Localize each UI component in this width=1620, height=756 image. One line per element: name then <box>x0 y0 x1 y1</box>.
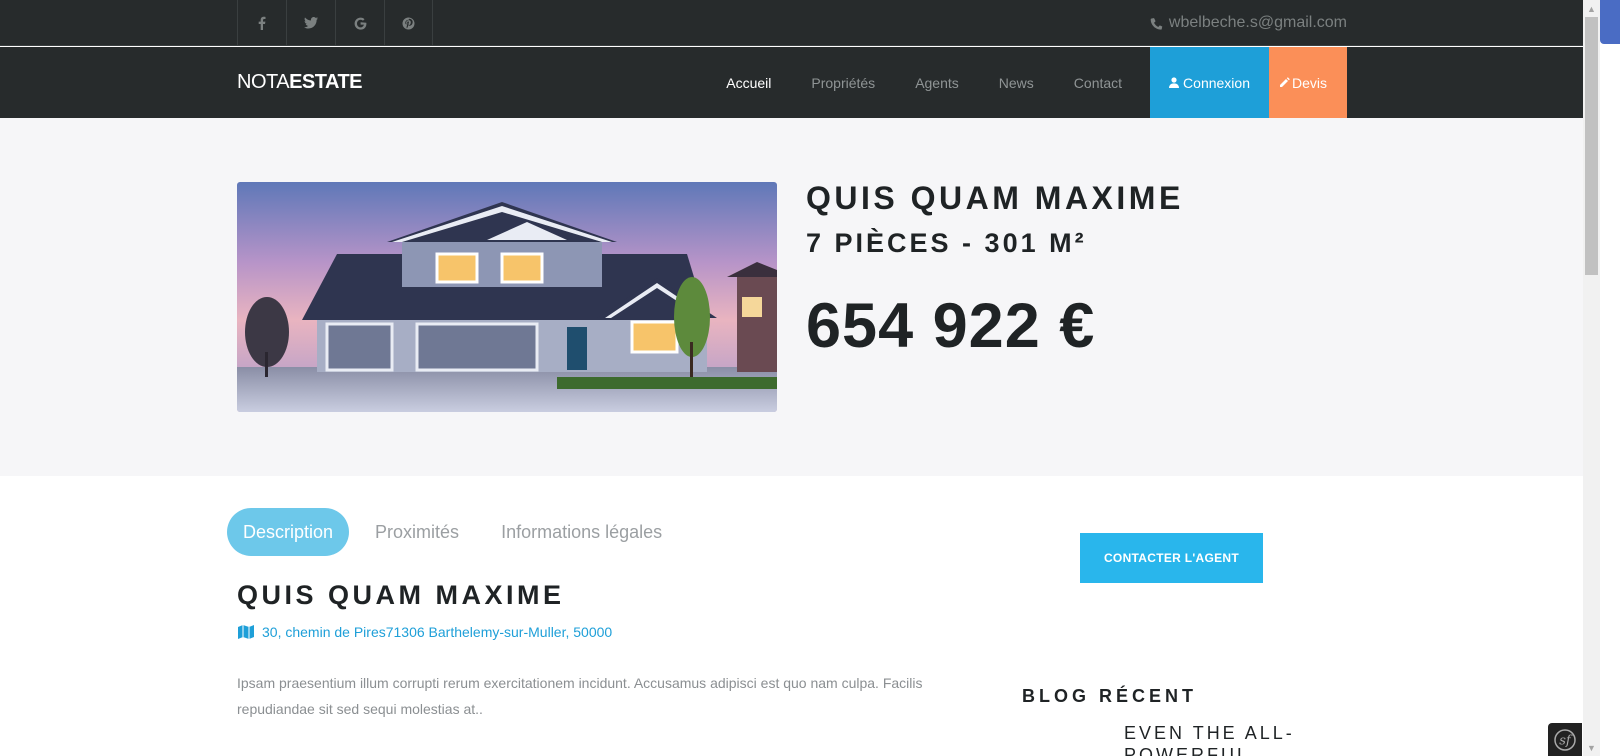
nav-menu: Accueil Propriétés Agents News Contact C… <box>706 47 1347 118</box>
tab-proximites[interactable]: Proximités <box>359 508 475 556</box>
pencil-icon <box>1279 77 1290 87</box>
hero-subtitle: 7 PIÈCES - 301 M² <box>806 228 1087 258</box>
brand-bold: ESTATE <box>289 71 363 93</box>
top-bar: wbelbeche.s@gmail.com <box>0 0 1583 46</box>
google-icon <box>354 17 366 30</box>
nav-item-accueil[interactable]: Accueil <box>706 47 791 118</box>
property-address: 30, chemin de Pires71306 Barthelemy-sur-… <box>238 624 612 640</box>
property-title: QUIS QUAM MAXIME <box>237 580 565 610</box>
contact-email: wbelbeche.s@gmail.com <box>1150 0 1347 46</box>
contact-agent-button[interactable]: CONTACTER L'AGENT <box>1080 533 1263 583</box>
tab-informations-legales[interactable]: Informations légales <box>485 508 678 556</box>
nav-item-proprietes[interactable]: Propriétés <box>791 47 895 118</box>
facebook-link[interactable] <box>237 0 286 46</box>
vertical-scrollbar[interactable]: ▲ ▼ <box>1583 0 1600 756</box>
pinterest-link[interactable] <box>384 0 433 46</box>
devis-label: Devis <box>1291 74 1327 91</box>
blog-post-title[interactable]: EVEN THE ALL-POWERFUL <box>1124 722 1314 756</box>
property-hero: QUIS QUAM MAXIME 7 PIÈCES - 301 M² 654 9… <box>0 118 1583 476</box>
twitter-link[interactable] <box>286 0 335 46</box>
hero-price: 654 922 € <box>806 291 1096 361</box>
twitter-icon <box>304 17 318 29</box>
address-text: 30, chemin de Pires71306 Barthelemy-sur-… <box>262 624 613 640</box>
tab-description[interactable]: Description <box>227 508 350 556</box>
property-photo[interactable] <box>237 182 777 412</box>
property-description: Ipsam praesentium illum corrupti rerum e… <box>237 675 923 717</box>
user-icon <box>1169 77 1180 88</box>
phone-icon <box>1150 17 1163 30</box>
symfony-icon: sf <box>1554 728 1576 751</box>
brand-light: NOTA <box>237 71 290 93</box>
svg-text:sf: sf <box>1559 733 1573 748</box>
social-links <box>237 0 433 46</box>
symfony-toolbar-toggle[interactable]: sf <box>1548 723 1582 756</box>
devis-button[interactable]: Devis <box>1268 47 1347 118</box>
page: wbelbeche.s@gmail.com NOTA ESTATE Accueil… <box>0 0 1583 756</box>
nav-item-news[interactable]: News <box>979 47 1054 118</box>
facebook-icon <box>258 16 266 30</box>
email-text[interactable]: wbelbeche.s@gmail.com <box>1169 14 1347 32</box>
main-navbar: NOTA ESTATE Accueil Propriétés Agents New… <box>0 47 1583 118</box>
scroll-down-arrow-icon[interactable]: ▼ <box>1583 739 1600 756</box>
nav-item-contact[interactable]: Contact <box>1054 47 1142 118</box>
property-tabs: Description Proximités Informations léga… <box>227 508 688 556</box>
login-label: Connexion <box>1183 74 1250 91</box>
browser-side-tab[interactable] <box>1600 0 1620 44</box>
hero-title: QUIS QUAM MAXIME <box>806 180 1184 216</box>
window-edge <box>1600 0 1620 756</box>
site-logo[interactable]: NOTA ESTATE <box>237 47 363 118</box>
pinterest-icon <box>402 17 415 29</box>
login-button[interactable]: Connexion <box>1150 47 1269 118</box>
scroll-up-arrow-icon[interactable]: ▲ <box>1583 0 1600 17</box>
google-link[interactable] <box>335 0 384 46</box>
scroll-thumb[interactable] <box>1585 17 1598 275</box>
map-icon <box>238 625 254 639</box>
blog-section-title: BLOG RÉCENT <box>1022 686 1198 706</box>
nav-item-agents[interactable]: Agents <box>895 47 979 118</box>
